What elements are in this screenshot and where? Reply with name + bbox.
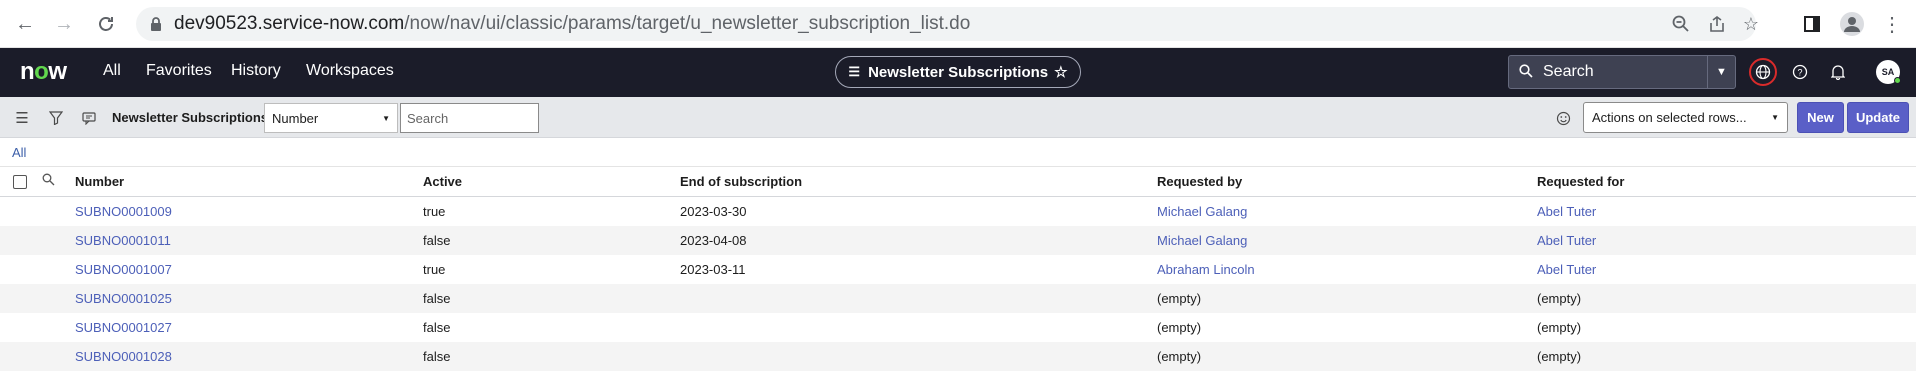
requested-for-cell: (empty) [1537,349,1582,364]
list-toolbar: ☰ Newsletter Subscriptions Number ▼ Acti… [0,97,1916,138]
back-icon[interactable]: ← [13,12,37,36]
requested-by-link[interactable]: Michael Galang [1157,204,1247,219]
nav-workspaces[interactable]: Workspaces [306,62,394,80]
help-icon[interactable]: ? [1789,61,1811,83]
column-search-icon[interactable] [42,173,55,189]
active-cell: true [423,204,446,219]
table-row: SUBNO0001025 false (empty) (empty) [0,284,1916,313]
column-number[interactable]: Number [75,174,124,189]
browser-menu-icon[interactable]: ⋮ [1880,12,1904,36]
search-dropdown-icon[interactable]: ▼ [1707,56,1735,88]
address-bar[interactable]: dev90523.service-now.com/now/nav/ui/clas… [136,7,1759,41]
globe-icon[interactable] [1749,58,1777,86]
requested-by-link[interactable]: Michael Galang [1157,233,1247,248]
select-all-checkbox[interactable] [13,175,27,189]
side-panel-icon[interactable] [1800,12,1824,36]
table-row: SUBNO0001007 true 2023-03-11 Abraham Lin… [0,255,1916,284]
zoom-icon[interactable] [1670,13,1692,35]
chevron-down-icon: ▼ [1771,113,1779,122]
global-search-placeholder: Search [1543,63,1594,80]
chevron-down-icon: ▼ [382,113,390,123]
number-link[interactable]: SUBNO0001007 [75,262,172,277]
number-link[interactable]: SUBNO0001027 [75,320,172,335]
list-icon: ☰ [848,64,861,79]
search-field-select-value: Number [272,110,319,126]
favorite-star-icon[interactable]: ☆ [1054,63,1067,81]
breadcrumb[interactable]: All [12,145,26,160]
table-header: Number Active End of subscription Reques… [0,166,1916,197]
end-date-cell: 2023-03-11 [680,262,746,277]
share-icon[interactable] [1706,13,1728,35]
avatar-initials: SA [1881,67,1895,77]
context-title-pill[interactable]: ☰ Newsletter Subscriptions ☆ [835,56,1081,88]
requested-by-cell: (empty) [1157,291,1202,306]
table-row: SUBNO0001028 false (empty) (empty) [0,342,1916,371]
update-button[interactable]: Update [1847,102,1909,133]
requested-by-cell: (empty) [1157,320,1202,335]
table-row: SUBNO0001009 true 2023-03-30 Michael Gal… [0,197,1916,226]
active-cell: true [423,262,446,277]
column-end-of-subscription[interactable]: End of subscription [680,174,802,189]
avatar[interactable]: SA [1876,60,1901,84]
active-cell: false [423,291,451,306]
activity-stream-icon[interactable] [79,108,99,128]
bell-icon[interactable] [1827,61,1849,83]
active-cell: false [423,320,451,335]
url-text: dev90523.service-now.com/now/nav/ui/clas… [174,13,971,34]
requested-for-cell: (empty) [1537,291,1582,306]
column-requested-by[interactable]: Requested by [1157,174,1242,189]
end-date-cell: 2023-04-08 [680,233,747,248]
reload-icon[interactable] [94,12,118,36]
active-cell: false [423,233,451,248]
actions-select-value: Actions on selected rows... [1592,110,1747,125]
active-cell: false [423,349,451,364]
new-button[interactable]: New [1797,102,1844,133]
presence-indicator [1894,77,1901,84]
nav-all[interactable]: All [103,62,121,80]
global-search[interactable]: Search ▼ [1508,55,1736,89]
number-link[interactable]: SUBNO0001009 [75,204,172,219]
lock-icon [148,16,164,32]
requested-for-link[interactable]: Abel Tuter [1537,233,1596,248]
column-active[interactable]: Active [423,174,462,189]
search-field-select[interactable]: Number ▼ [264,103,398,133]
bookmark-star-icon[interactable]: ☆ [1740,13,1762,35]
number-link[interactable]: SUBNO0001025 [75,291,172,306]
servicenow-logo[interactable]: now [20,58,67,86]
requested-by-link[interactable]: Abraham Lincoln [1157,262,1255,277]
number-link[interactable]: SUBNO0001028 [75,349,172,364]
filter-icon[interactable] [46,108,66,128]
requested-by-cell: (empty) [1157,349,1202,364]
forward-icon[interactable]: → [52,12,76,36]
nav-favorites[interactable]: Favorites [146,62,212,80]
number-link[interactable]: SUBNO0001011 [75,233,171,248]
table-row: SUBNO0001027 false (empty) (empty) [0,313,1916,342]
nav-history[interactable]: History [231,62,281,80]
browser-toolbar: ← → dev90523.service-now.com/now/nav/ui/… [0,0,1916,48]
requested-for-cell: (empty) [1537,320,1582,335]
context-title: Newsletter Subscriptions [868,63,1049,81]
list-search-input[interactable] [400,103,539,133]
personalize-icon[interactable] [1553,108,1573,128]
actions-select[interactable]: Actions on selected rows... ▼ [1583,102,1788,133]
requested-for-link[interactable]: Abel Tuter [1537,262,1596,277]
requested-for-link[interactable]: Abel Tuter [1537,204,1596,219]
hamburger-menu-icon[interactable]: ☰ [12,108,32,128]
search-icon [1519,63,1533,81]
app-header: now All Favorites History Workspaces ☰ N… [0,48,1916,97]
table-row: SUBNO0001011 false 2023-04-08 Michael Ga… [0,226,1916,255]
end-date-cell: 2023-03-30 [680,204,747,219]
svg-text:?: ? [1797,68,1802,78]
column-requested-for[interactable]: Requested for [1537,174,1624,189]
profile-icon[interactable] [1840,12,1864,36]
list-title: Newsletter Subscriptions [112,110,269,125]
